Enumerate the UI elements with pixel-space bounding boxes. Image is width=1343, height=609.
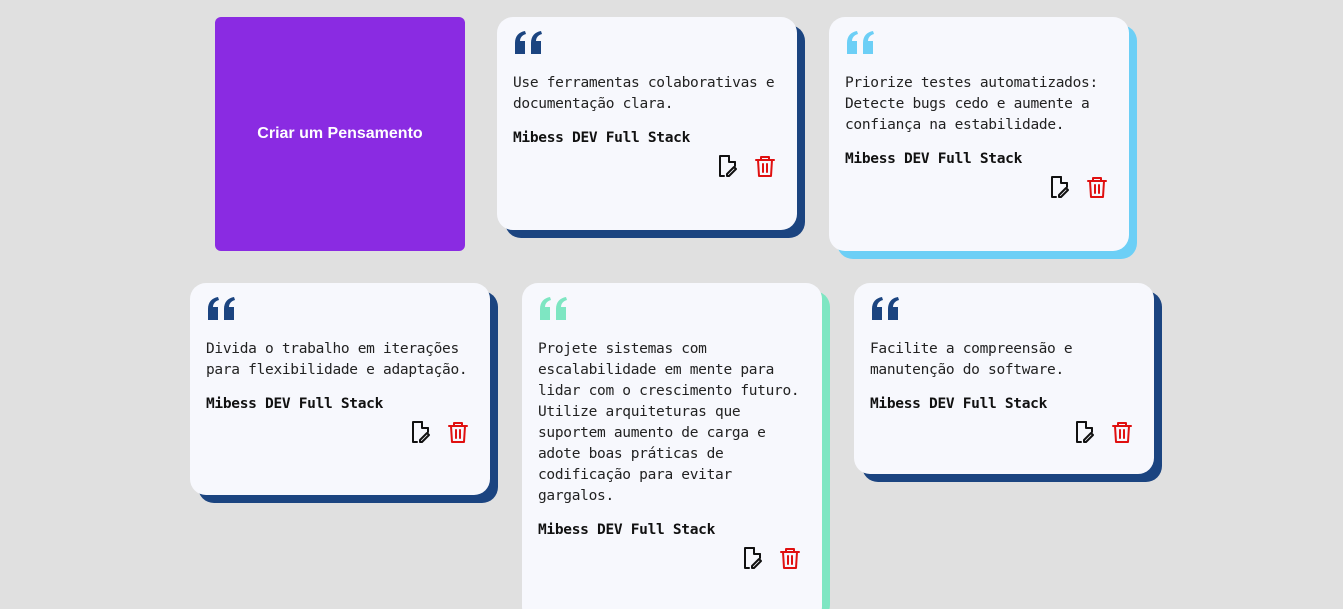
trash-icon[interactable]	[446, 420, 470, 444]
thought-text: Use ferramentas colaborativas e document…	[513, 75, 775, 112]
trash-icon[interactable]	[1085, 175, 1109, 199]
thought-author: Mibess DEV Full Stack	[206, 396, 384, 412]
thought-text: Divida o trabalho em iterações para flex…	[206, 341, 468, 378]
quote-icon	[540, 297, 567, 320]
trash-icon[interactable]	[753, 154, 777, 178]
edit-document-icon[interactable]	[408, 420, 432, 444]
thought-author: Mibess DEV Full Stack	[845, 151, 1023, 167]
thought-text: Projete sistemas com escalabilidade em m…	[538, 341, 800, 504]
card-actions	[513, 154, 781, 178]
edit-document-icon[interactable]	[740, 546, 764, 570]
trash-icon[interactable]	[778, 546, 802, 570]
thought-text: Priorize testes automatizados: Detecte b…	[845, 75, 1098, 133]
create-thought-button[interactable]: Criar um Pensamento	[215, 17, 465, 251]
thought-card: Use ferramentas colaborativas e document…	[497, 17, 797, 230]
thought-card: Projete sistemas com escalabilidade em m…	[522, 283, 822, 609]
thought-text: Facilite a compreensão e manutenção do s…	[870, 341, 1073, 378]
thought-card: Divida o trabalho em iterações para flex…	[190, 283, 490, 495]
trash-icon[interactable]	[1110, 420, 1134, 444]
card-actions	[538, 546, 806, 570]
quote-icon	[515, 31, 542, 54]
quote-icon	[872, 297, 899, 320]
quote-icon	[208, 297, 235, 320]
thought-card: Facilite a compreensão e manutenção do s…	[854, 283, 1154, 474]
thought-author: Mibess DEV Full Stack	[538, 522, 716, 538]
thought-author: Mibess DEV Full Stack	[513, 130, 691, 146]
edit-document-icon[interactable]	[1072, 420, 1096, 444]
thought-author: Mibess DEV Full Stack	[870, 396, 1048, 412]
thought-card: Priorize testes automatizados: Detecte b…	[829, 17, 1129, 251]
quote-icon	[847, 31, 874, 54]
card-actions	[845, 175, 1113, 199]
edit-document-icon[interactable]	[1047, 175, 1071, 199]
card-actions	[870, 420, 1138, 444]
edit-document-icon[interactable]	[715, 154, 739, 178]
card-actions	[206, 420, 474, 444]
